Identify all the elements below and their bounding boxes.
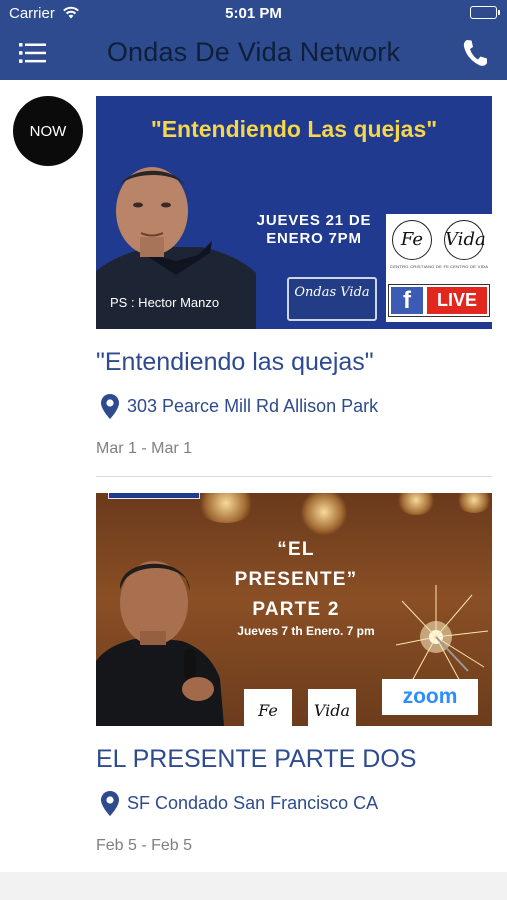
event-card[interactable]: "Entendiendo Las quejas" JUEVES 21 DE EN… [96, 96, 492, 466]
light-bokeh [196, 493, 256, 523]
top-banner-strip [108, 493, 200, 499]
event-date: Feb 5 - Feb 5 [96, 837, 193, 854]
event-date: Mar 1 - Mar 1 [96, 440, 193, 457]
event-location-text: 303 Pearce Mill Rd Allison Park [127, 396, 379, 416]
flyer-headline: "Entendiendo Las quejas" [150, 116, 438, 142]
light-bokeh [396, 493, 436, 515]
light-bokeh [301, 493, 347, 535]
event-card[interactable]: “EL PRESENTE” PARTE 2 Jueves 7 th Enero.… [96, 493, 492, 863]
phone-icon[interactable] [461, 38, 489, 68]
vida-logo-caption: CENTRO DE VIDA [450, 264, 489, 269]
now-badge: NOW [13, 96, 83, 166]
list-divider [96, 476, 492, 477]
fe-logo-caption: CENTRO CRISTIANO DE FE [390, 264, 450, 269]
facebook-live-badge: f LIVE [388, 284, 490, 317]
status-time: 5:01 PM [225, 5, 282, 22]
event-image[interactable]: “EL PRESENTE” PARTE 2 Jueves 7 th Enero.… [96, 493, 492, 726]
nav-bar: Ondas De Vida Network [0, 28, 507, 80]
status-bar: Carrier 5:01 PM [0, 0, 507, 28]
fe-logo: Fe [244, 689, 292, 726]
vida-logo: Vida [308, 689, 356, 726]
vida-logo: Vida [444, 220, 486, 260]
location-pin-icon [101, 791, 119, 816]
event-title[interactable]: "Entendiendo las quejas" [96, 348, 374, 377]
battery-icon [470, 6, 500, 19]
event-location[interactable]: SF Condado San Francisco CA [100, 790, 378, 817]
event-title[interactable]: EL PRESENTE PARTE DOS [96, 745, 416, 774]
fe-logo: Fe [392, 220, 432, 260]
ondas-vida-logo: Ondas Vida [287, 277, 377, 321]
church-logos: Fe CENTRO CRISTIANO DE FE Vida CENTRO DE… [386, 214, 492, 322]
zoom-logo: zoom [382, 679, 478, 715]
menu-icon[interactable] [18, 40, 48, 66]
top-bar: Carrier 5:01 PM Ondas De Vida Network [0, 0, 507, 80]
event-image[interactable]: "Entendiendo Las quejas" JUEVES 21 DE EN… [96, 96, 492, 329]
event-location-text: SF Condado San Francisco CA [127, 793, 379, 813]
flyer-caption: PS : Hector Manzo [110, 295, 220, 310]
light-bokeh [456, 493, 492, 513]
flyer-when: JUEVES 21 DE ENERO 7PM [256, 212, 372, 247]
live-label: LIVE [427, 287, 487, 314]
page-title: Ondas De Vida Network [106, 37, 401, 67]
event-location[interactable]: 303 Pearce Mill Rd Allison Park [100, 393, 378, 420]
sparkler-graphic [395, 585, 489, 686]
bottom-bar [0, 872, 507, 900]
location-pin-icon [101, 394, 119, 419]
facebook-icon: f [391, 287, 423, 314]
